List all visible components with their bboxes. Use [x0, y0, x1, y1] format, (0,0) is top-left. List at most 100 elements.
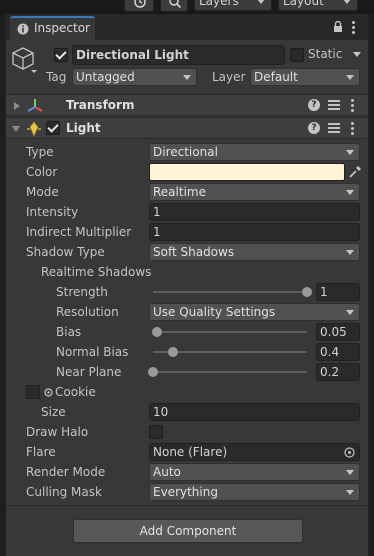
- panel-menu-kebab-icon[interactable]: [352, 21, 356, 34]
- intensity-row: Intensity 1: [6, 202, 368, 222]
- chevron-down-icon: [343, 0, 351, 4]
- light-bulb-icon: [27, 121, 41, 137]
- strength-slider-track[interactable]: [153, 291, 307, 293]
- object-picker-icon[interactable]: [44, 388, 53, 397]
- bias-field[interactable]: 0.05: [316, 323, 360, 341]
- chevron-down-icon: [257, 0, 265, 4]
- render-mode-label: Render Mode: [26, 465, 106, 479]
- render-mode-dropdown[interactable]: Auto: [149, 463, 360, 481]
- layers-dropdown[interactable]: Layers: [194, 0, 272, 11]
- near-plane-field[interactable]: 0.2: [316, 363, 360, 381]
- add-component-label: Add Component: [139, 524, 237, 538]
- foldout-expanded-icon[interactable]: [12, 126, 20, 132]
- size-field[interactable]: 10: [149, 403, 360, 421]
- near-plane-label: Near Plane: [56, 365, 122, 379]
- flare-row: Flare None (Flare): [6, 442, 368, 462]
- layout-dropdown-label: Layout: [283, 0, 324, 8]
- culling-mask-dropdown[interactable]: Everything: [149, 483, 360, 501]
- near-plane-row: Near Plane 0.2: [6, 362, 368, 382]
- color-swatch[interactable]: [149, 163, 345, 181]
- layout-dropdown[interactable]: Layout: [278, 0, 358, 11]
- size-value: 10: [153, 405, 169, 419]
- shadow-type-dropdown[interactable]: Soft Shadows: [149, 243, 360, 261]
- strength-value: 1: [320, 285, 328, 299]
- chevron-down-icon: [346, 490, 354, 495]
- resolution-dropdown[interactable]: Use Quality Settings: [149, 303, 360, 321]
- bias-row: Bias 0.05: [6, 322, 368, 342]
- object-active-checkbox[interactable]: [54, 48, 68, 62]
- help-icon[interactable]: ?: [308, 122, 320, 134]
- light-component-header[interactable]: Light ?: [6, 117, 368, 139]
- color-row: Color: [6, 162, 368, 182]
- help-icon[interactable]: ?: [308, 99, 320, 111]
- lock-icon[interactable]: [333, 21, 343, 33]
- cookie-label: Cookie: [55, 385, 96, 399]
- light-title: Light: [66, 121, 101, 135]
- chevron-down-icon: [183, 75, 191, 80]
- culling-mask-value: Everything: [153, 485, 218, 499]
- draw-halo-row: Draw Halo: [6, 422, 368, 442]
- tag-dropdown[interactable]: Untagged: [72, 68, 197, 86]
- component-menu-kebab-icon[interactable]: [350, 99, 354, 112]
- layer-dropdown[interactable]: Default: [250, 68, 360, 86]
- light-enabled-checkbox[interactable]: [46, 121, 60, 135]
- strength-field[interactable]: 1: [316, 283, 360, 301]
- component-divider: [6, 505, 368, 506]
- shadow-type-value: Soft Shadows: [153, 245, 235, 259]
- flare-label: Flare: [26, 445, 56, 459]
- eyedropper-icon[interactable]: [348, 165, 362, 179]
- foldout-collapsed-icon[interactable]: [14, 102, 20, 110]
- normal-bias-field[interactable]: 0.4: [316, 343, 360, 361]
- history-button[interactable]: [124, 0, 154, 12]
- tab-inspector[interactable]: Inspector: [10, 16, 95, 40]
- presets-sliders-icon[interactable]: [328, 99, 340, 111]
- top-toolbar: Layers Layout: [0, 0, 374, 14]
- inspector-panel: Inspector Directional Light Static Tag U…: [5, 14, 369, 556]
- flare-value: None (Flare): [153, 445, 228, 459]
- type-row: Type Directional: [6, 142, 368, 162]
- static-checkbox[interactable]: [290, 48, 304, 62]
- strength-label: Strength: [56, 285, 108, 299]
- presets-sliders-icon[interactable]: [328, 122, 340, 134]
- object-picker-icon[interactable]: [344, 447, 355, 458]
- add-component-button[interactable]: Add Component: [73, 519, 303, 543]
- resolution-label: Resolution: [56, 305, 119, 319]
- draw-halo-checkbox[interactable]: [149, 425, 163, 439]
- flare-object-field[interactable]: None (Flare): [149, 443, 360, 461]
- mode-dropdown[interactable]: Realtime: [149, 183, 360, 201]
- shadow-type-row: Shadow Type Soft Shadows: [6, 242, 368, 262]
- chevron-down-icon: [346, 190, 354, 195]
- static-label: Static: [308, 47, 343, 61]
- tag-label: Tag: [46, 70, 67, 84]
- transform-component-header[interactable]: Transform ?: [6, 94, 368, 116]
- gameobject-cube-icon[interactable]: [11, 46, 37, 74]
- object-name-field[interactable]: Directional Light: [72, 45, 285, 65]
- type-value: Directional: [153, 145, 218, 159]
- static-dropdown-chevron-icon[interactable]: [353, 52, 361, 57]
- indirect-multiplier-label: Indirect Multiplier: [26, 225, 132, 239]
- component-menu-kebab-icon[interactable]: [350, 122, 354, 135]
- bias-slider-knob[interactable]: [151, 327, 162, 337]
- near-plane-slider-knob[interactable]: [148, 367, 158, 377]
- transform-axes-icon: [27, 99, 43, 112]
- normal-bias-label: Normal Bias: [56, 345, 129, 359]
- history-icon: [134, 0, 146, 8]
- near-plane-slider-track[interactable]: [153, 371, 307, 373]
- intensity-field[interactable]: 1: [149, 203, 360, 221]
- resolution-row: Resolution Use Quality Settings: [6, 302, 368, 322]
- layer-label: Layer: [212, 70, 246, 84]
- bias-slider-track[interactable]: [153, 331, 307, 333]
- layers-dropdown-label: Layers: [199, 0, 239, 8]
- cookie-row: Cookie: [6, 382, 368, 402]
- search-button[interactable]: [160, 0, 188, 12]
- cookie-texture-slot[interactable]: [26, 385, 40, 399]
- indirect-multiplier-field[interactable]: 1: [149, 223, 360, 241]
- realtime-shadows-row: Realtime Shadows: [6, 262, 368, 282]
- transform-title: Transform: [66, 98, 135, 112]
- bias-label: Bias: [56, 325, 82, 339]
- intensity-value: 1: [153, 205, 161, 219]
- normal-bias-slider-knob[interactable]: [168, 347, 179, 357]
- strength-slider-knob[interactable]: [302, 287, 312, 297]
- tab-inspector-label: Inspector: [34, 21, 90, 35]
- type-dropdown[interactable]: Directional: [149, 143, 360, 161]
